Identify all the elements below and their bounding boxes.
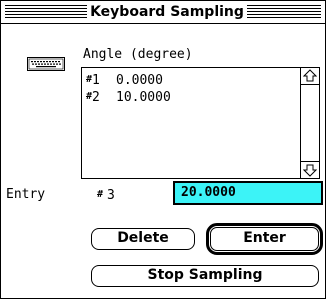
list-item-index: 2 xyxy=(92,90,100,105)
enter-button[interactable]: Enter xyxy=(210,227,319,251)
list-item-index: 1 xyxy=(92,73,100,88)
keyboard-icon xyxy=(27,57,65,71)
scroll-up-button[interactable] xyxy=(301,68,319,85)
title-bar-stripes-left xyxy=(5,5,87,18)
list-item-value: 10.0000 xyxy=(116,90,171,105)
list-label: Angle (degree) xyxy=(83,47,193,62)
scroll-down-arrow-icon xyxy=(303,164,317,177)
title-bar[interactable]: Keyboard Sampling xyxy=(1,1,325,24)
scroll-down-button[interactable] xyxy=(301,161,319,178)
list-scrollbar[interactable] xyxy=(300,68,319,178)
list-item[interactable]: #2 10.0000 xyxy=(86,88,297,105)
stop-sampling-button[interactable]: Stop Sampling xyxy=(91,265,319,287)
entry-hash: # xyxy=(97,189,104,200)
keyboard-sampling-window: Keyboard Sampling Angle (degree) #1 0.000… xyxy=(0,0,326,299)
list-item-value: 0.0000 xyxy=(116,73,163,88)
entry-label: Entry xyxy=(6,187,46,202)
list-item[interactable]: #1 0.0000 xyxy=(86,71,297,88)
scroll-up-arrow-icon xyxy=(303,69,317,82)
angle-list[interactable]: #1 0.0000 #2 10.0000 xyxy=(81,67,320,179)
entry-number: #3 xyxy=(97,186,115,205)
delete-button[interactable]: Delete xyxy=(91,228,195,250)
window-title: Keyboard Sampling xyxy=(87,2,247,22)
title-bar-stripes-right xyxy=(247,5,321,18)
entry-value-field[interactable]: 20.0000 xyxy=(173,181,323,205)
entry-index: 3 xyxy=(107,188,115,203)
